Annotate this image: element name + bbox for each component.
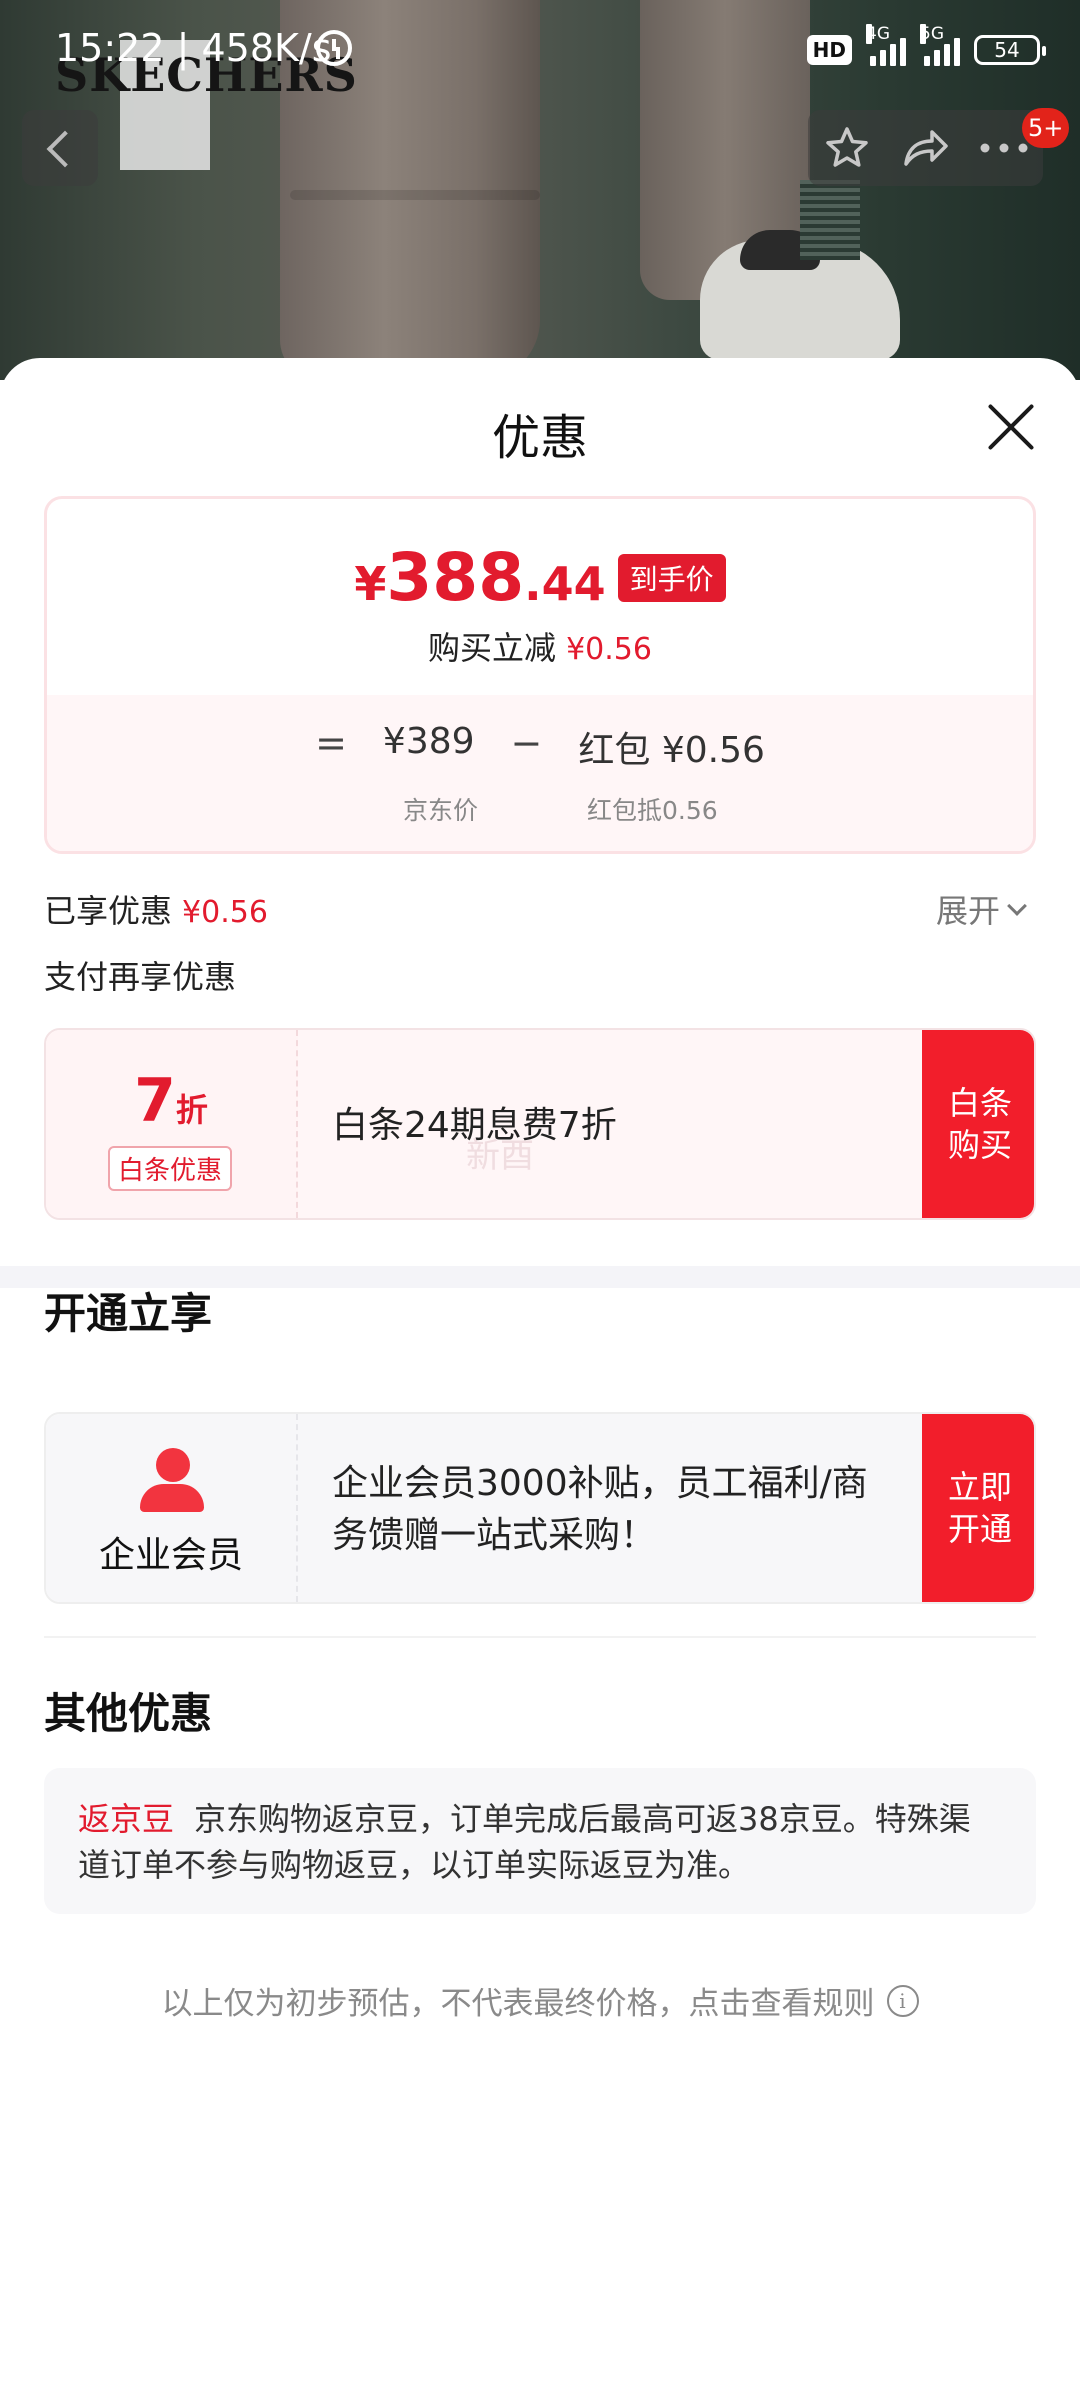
baitiao-description: 白条24期息费7折 [332, 1105, 617, 1146]
open-section-title: 开通立享 [44, 1289, 213, 1338]
enterprise-badge-block: 企业会员 [46, 1414, 298, 1602]
rules-footnote[interactable]: 以上仅为初步预估，不代表最终价格，点击查看规则 i [0, 1978, 1080, 2023]
hongbao-value: 红包 ¥0.56 [578, 730, 765, 771]
photo-sock [290, 190, 540, 200]
photo-grill [800, 180, 860, 260]
message-badge: 5+ [1022, 108, 1070, 148]
star-icon[interactable] [819, 120, 875, 176]
baitiao-tag: 白条优惠 [108, 1146, 233, 1191]
final-price: ¥388.44 [354, 539, 606, 616]
status-right: HD 4G 5G 54 [806, 24, 1046, 72]
enterprise-offer-card[interactable]: 企业会员 企业会员3000补贴，员工福利/商务馈赠一站式采购！ 立即开通 [44, 1412, 1036, 1604]
status-bar: 15:22 | 458K/s HD 4G 5G 54 [0, 0, 1080, 92]
jingdou-tag: 返京豆 [78, 1800, 175, 1838]
person-icon [140, 1448, 204, 1512]
enterprise-label: 企业会员 [98, 1535, 243, 1576]
jingdou-description: 京东购物返京豆，订单完成后最高可返38京豆。特殊渠道订单不参与购物返豆，以订单实… [78, 1800, 971, 1884]
top-right-actions [808, 110, 1043, 186]
hongbao-label: 红包抵0.56 [587, 796, 718, 825]
battery-icon: 54 [974, 35, 1046, 65]
price-top: ¥388.44 到手价 购买立减 ¥0.56 [47, 499, 1033, 695]
baitiao-buy-button[interactable]: 白条购买 [922, 1030, 1034, 1218]
expand-button[interactable]: 展开 [936, 886, 1027, 932]
baitiao-offer-card[interactable]: 7折 白条优惠 新酉 白条24期息费7折 白条购买 [44, 1028, 1036, 1220]
back-button[interactable] [22, 110, 98, 186]
enterprise-open-button[interactable]: 立即开通 [922, 1414, 1034, 1602]
price-card: ¥388.44 到手价 购买立减 ¥0.56 = ¥389 − 红包 ¥0.56 … [44, 496, 1036, 854]
status-time: 15:22 | 458K/s [55, 26, 332, 70]
info-icon[interactable]: i [886, 1984, 919, 2017]
minus-sign: − [510, 721, 543, 765]
share-icon[interactable] [897, 120, 953, 176]
price-calculation: = ¥389 − 红包 ¥0.56 [47, 721, 1033, 773]
pay-more-title: 支付再享优惠 [44, 958, 237, 996]
chevron-down-icon [1007, 896, 1027, 916]
jd-price-label: 京东价 [403, 796, 479, 825]
baitiao-discount: 7折 [134, 1066, 208, 1136]
footnote-text: 以上仅为初步预估，不代表最终价格，点击查看规则 [161, 1986, 875, 2022]
jd-price-value: ¥389 [382, 721, 475, 762]
jingdou-offer: 返京豆 京东购物返京豆，订单完成后最高可返38京豆。特殊渠道订单不参与购物返豆，以… [44, 1768, 1036, 1914]
other-section-title: 其他优惠 [44, 1689, 213, 1738]
signal-4g-icon: 4G [866, 24, 906, 66]
enjoyed-discount: 已享优惠 ¥0.56 [44, 892, 268, 930]
thin-divider [44, 1636, 1036, 1638]
enterprise-description: 企业会员3000补贴，员工福利/商务馈赠一站式采购！ [332, 1463, 868, 1556]
hd-badge: HD [806, 35, 852, 65]
instant-reduce: 购买立减 ¥0.56 [428, 629, 652, 667]
alarm-icon [316, 30, 352, 66]
sheet-title: 优惠 [491, 410, 588, 466]
baitiao-discount-block: 7折 白条优惠 [46, 1030, 298, 1218]
final-price-row: ¥388.44 到手价 [47, 539, 1033, 616]
close-icon[interactable] [986, 402, 1036, 452]
signal-5g-icon: 5G [920, 24, 960, 66]
equals-sign: = [315, 721, 347, 765]
final-price-tag: 到手价 [617, 554, 726, 602]
price-breakdown: = ¥389 − 红包 ¥0.56 京东价 红包抵0.56 [47, 695, 1033, 851]
discount-sheet: 优惠 ¥388.44 到手价 购买立减 ¥0.56 = ¥389 − 红包 ¥0.… [0, 358, 1080, 2400]
